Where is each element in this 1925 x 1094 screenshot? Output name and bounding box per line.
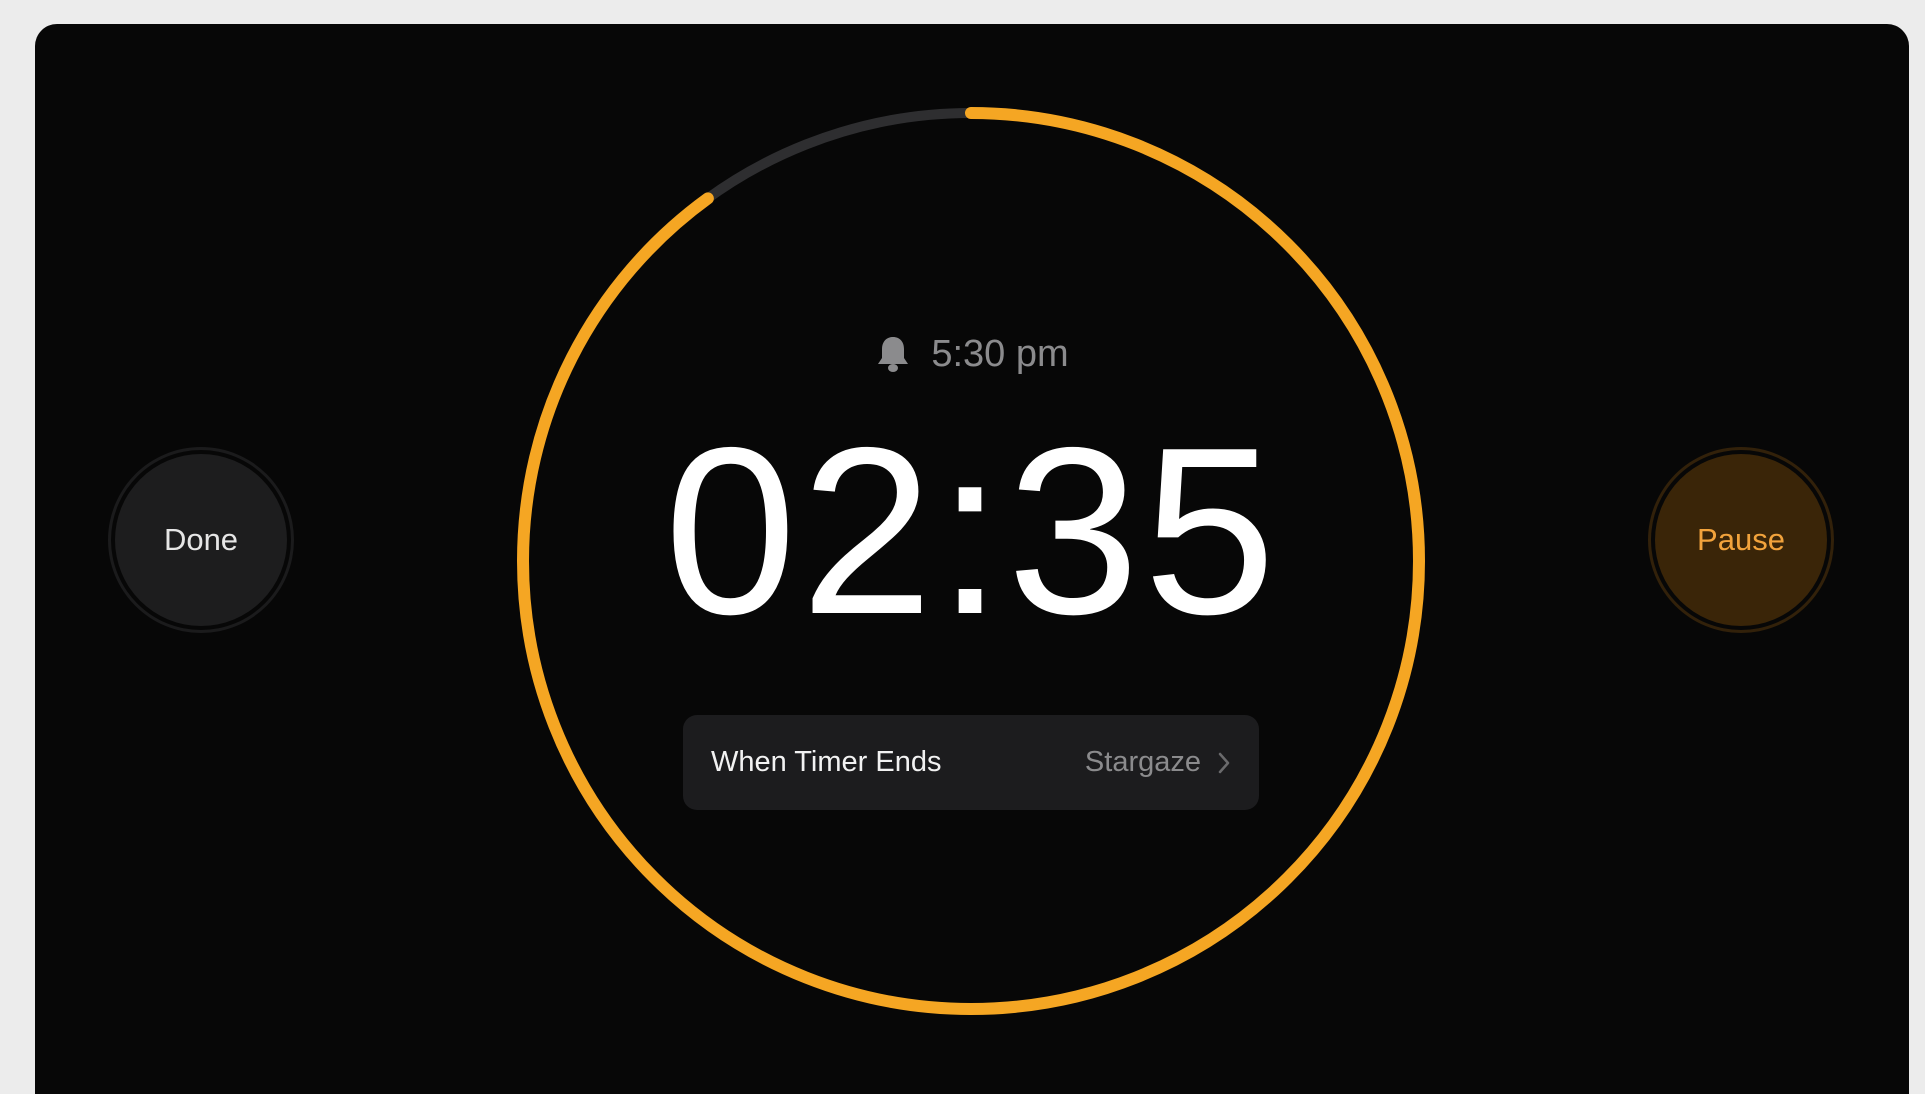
when-timer-ends-label: When Timer Ends — [711, 746, 942, 778]
when-timer-ends-row[interactable]: When Timer Ends Stargaze — [683, 715, 1259, 810]
alarm-time-text: 5:30 pm — [931, 332, 1069, 375]
when-timer-ends-value-group: Stargaze — [1085, 746, 1231, 779]
bell-icon — [878, 337, 909, 372]
chevron-right-icon — [1218, 752, 1230, 773]
alarm-end-time: 5:30 pm — [35, 324, 1909, 384]
timer-window: Done Pause 5:30 pm 02:35 When Timer Ends… — [35, 24, 1909, 1094]
when-timer-ends-value: Stargaze — [1084, 746, 1201, 778]
timer-remaining: 02:35 — [664, 399, 1280, 664]
